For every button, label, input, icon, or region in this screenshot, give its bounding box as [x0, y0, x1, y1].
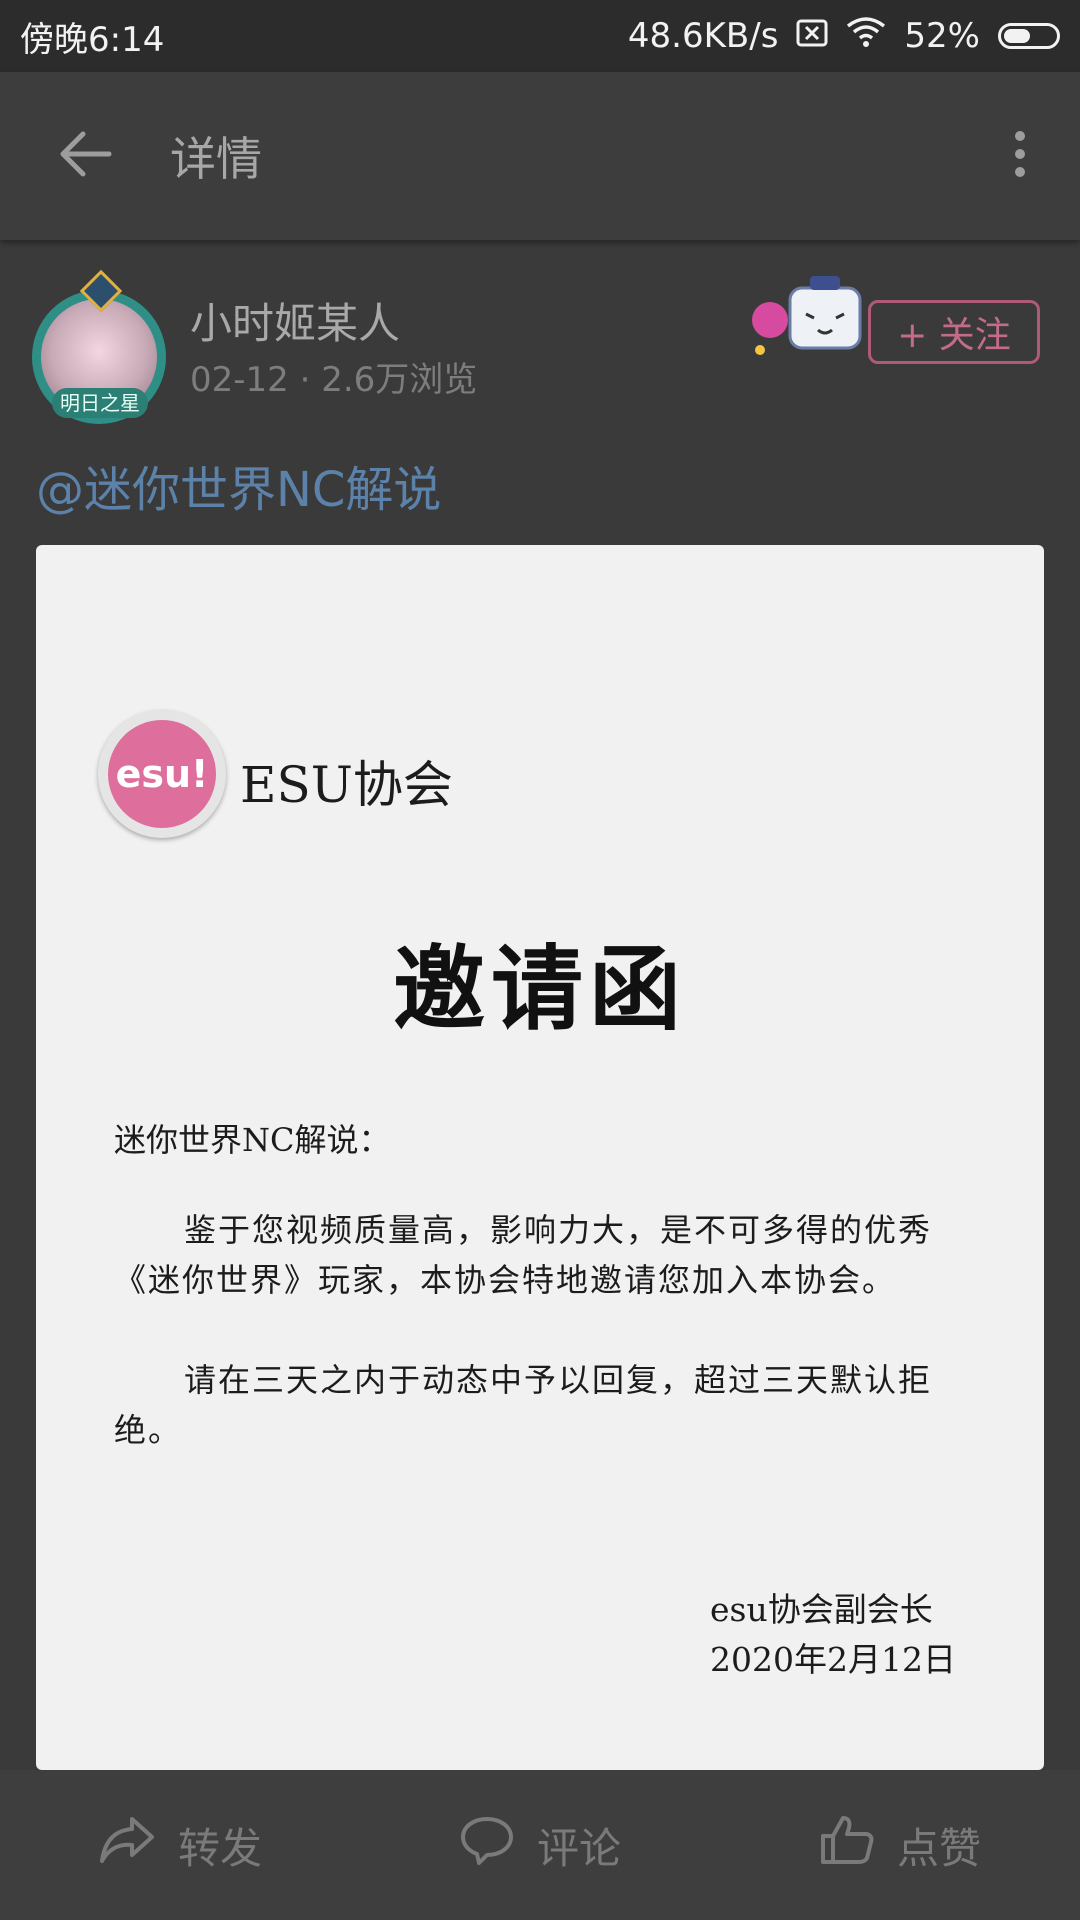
status-time: 傍晚6:14 — [20, 19, 165, 60]
post-header: 明日之星 小时姬某人 02-12 · 2.6万浏览 + 关注 — [0, 269, 1080, 424]
pendant-mascot-icon — [748, 270, 878, 370]
share-button[interactable]: 转发 — [0, 1815, 360, 1876]
back-arrow-icon — [57, 130, 113, 182]
more-vertical-icon — [1012, 130, 1028, 182]
signature-date: 2020年2月12日 — [710, 1640, 956, 1679]
esu-logo-text: esu! — [108, 720, 216, 828]
battery-icon — [998, 23, 1060, 49]
org-name: ESU协会 — [240, 756, 453, 814]
like-label: 点赞 — [896, 1823, 981, 1873]
avatar-badge: 明日之星 — [52, 388, 148, 418]
invitation-paragraph-2: 请在三天之内于动态中予以回复，超过三天默认拒绝。 — [114, 1361, 933, 1449]
like-button[interactable]: 点赞 — [720, 1814, 1080, 1876]
thumbs-up-icon — [819, 1814, 875, 1876]
battery-fill — [1004, 29, 1030, 43]
back-button[interactable] — [0, 72, 170, 240]
comment-label: 评论 — [536, 1823, 621, 1873]
status-right: 48.6KB/s 52% — [628, 16, 1060, 57]
salutation: 迷你世界NC解说： — [114, 1121, 391, 1159]
username[interactable]: 小时姬某人 — [190, 290, 400, 351]
signature-block: esu协会副会长 2020年2月12日 — [710, 1585, 956, 1685]
status-bar: 傍晚6:14 48.6KB/s 52% — [0, 0, 1080, 72]
comment-icon — [459, 1815, 515, 1875]
battery-percent: 52% — [904, 16, 980, 56]
more-button[interactable] — [960, 72, 1080, 240]
sim-icon — [796, 16, 828, 56]
mention-link[interactable]: @迷你世界NC解说 — [36, 450, 441, 520]
app-bar: 详情 — [0, 72, 1080, 240]
signer: esu协会副会长 — [710, 1590, 933, 1629]
wifi-icon — [846, 16, 886, 57]
network-speed: 48.6KB/s — [627, 16, 779, 56]
esu-logo: esu! — [98, 710, 226, 838]
invitation-title: 邀请函 — [392, 935, 687, 1043]
follow-button[interactable]: + 关注 — [868, 300, 1040, 364]
share-icon — [98, 1815, 156, 1875]
page-title: 详情 — [170, 132, 262, 186]
post-meta: 02-12 · 2.6万浏览 — [190, 360, 478, 400]
comment-button[interactable]: 评论 — [360, 1815, 720, 1876]
invitation-paragraph-1: 鉴于您视频质量高，影响力大，是不可多得的优秀《迷你世界》玩家，本协会特地邀请您加… — [114, 1211, 933, 1299]
share-label: 转发 — [177, 1823, 262, 1873]
invitation-image[interactable]: esu! ESU协会 邀请函 迷你世界NC解说： 鉴于您视频质量高，影响力大，是… — [36, 545, 1044, 1770]
bottom-action-bar: 转发 评论 点赞 — [0, 1770, 1080, 1920]
